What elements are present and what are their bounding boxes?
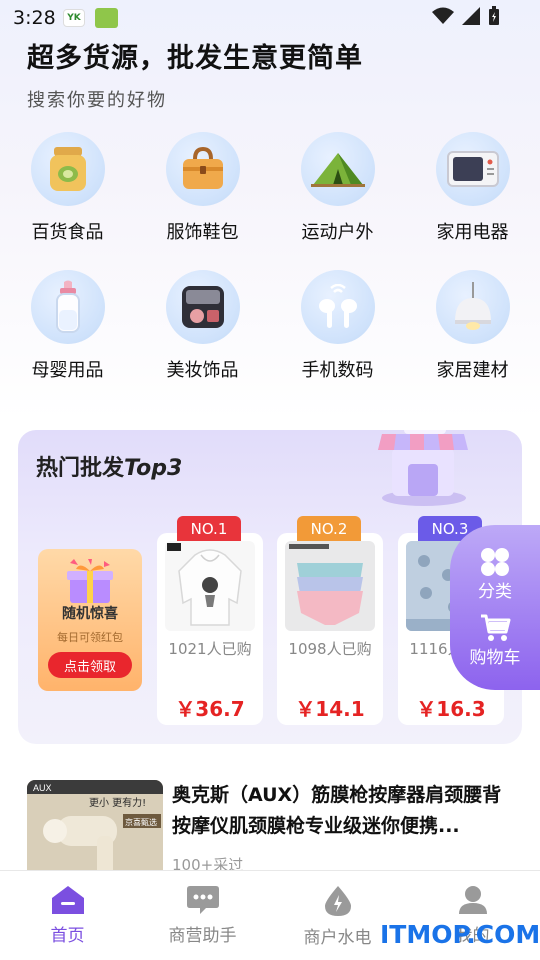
sold-count: 1098人已购 bbox=[288, 640, 372, 658]
category-shortcut-button[interactable]: 分类 bbox=[450, 547, 540, 602]
underwear-image bbox=[289, 544, 363, 625]
gift-box-icon bbox=[67, 559, 113, 603]
product-list-item[interactable]: AUX 更小 更有力! 京喜甄选 奥克斯（AUX）筋膜枪按摩器肩颈腰背按摩仪肌颈… bbox=[27, 780, 517, 880]
category-item-apparel[interactable]: 服饰鞋包 bbox=[135, 132, 270, 244]
floating-action-pill: 分类 购物车 bbox=[450, 525, 540, 690]
water-drop-icon bbox=[324, 886, 351, 916]
rank-badge: NO.1 bbox=[177, 516, 241, 541]
grid-icon bbox=[481, 548, 509, 576]
category-item-food[interactable]: 百货食品 bbox=[0, 132, 135, 244]
claim-button[interactable]: 点击领取 bbox=[48, 652, 132, 678]
wifi-icon bbox=[432, 7, 454, 24]
page-title: 超多货源，批发生意更简单 bbox=[27, 43, 363, 74]
promo-text: 更小 更有力! bbox=[89, 796, 146, 809]
gift-subtitle: 每日可领红包 bbox=[57, 631, 123, 644]
search-prompt[interactable]: 搜索你要的好物 bbox=[27, 86, 167, 112]
cart-label: 购物车 bbox=[469, 648, 521, 668]
price: ￥36.7 bbox=[175, 697, 245, 721]
category-item-digital[interactable]: 手机数码 bbox=[270, 270, 405, 382]
brand-text: AUX bbox=[33, 783, 52, 793]
category-label: 运动户外 bbox=[301, 222, 374, 243]
category-label: 百货食品 bbox=[31, 222, 104, 243]
product-image-hoodie bbox=[165, 541, 255, 631]
snack-jar-icon bbox=[30, 132, 105, 206]
category-item-outdoor[interactable]: 运动户外 bbox=[270, 132, 405, 244]
category-grid: 百货食品 服饰鞋包 运动户外 家用电器 母婴用品 美妆饰品 手机数码 家居建材 bbox=[0, 132, 540, 382]
tent-icon bbox=[300, 132, 375, 206]
category-label: 美妆饰品 bbox=[166, 360, 239, 381]
product-title: 奥克斯（AUX）筋膜枪按摩器肩颈腰背按摩仪肌颈膜枪专业级迷你便携... bbox=[172, 784, 502, 837]
user-icon bbox=[458, 886, 487, 914]
status-time: 3:28 bbox=[13, 7, 56, 29]
tab-home[interactable]: 首页 bbox=[0, 871, 135, 960]
rank-badge: NO.2 bbox=[297, 516, 361, 541]
category-shortcut-label: 分类 bbox=[478, 582, 512, 602]
category-label: 手机数码 bbox=[301, 360, 374, 381]
signal-icon bbox=[462, 7, 480, 25]
top-product-card-1[interactable]: NO.1 1021人已购 ￥36.7 bbox=[157, 516, 263, 725]
earbuds-icon bbox=[300, 270, 375, 344]
chat-bubble-icon bbox=[186, 886, 219, 914]
tab-label: 商营助手 bbox=[168, 926, 237, 946]
hot-title-text: 热门批发 bbox=[36, 456, 125, 481]
status-bar: 3:28 YK bbox=[0, 0, 540, 34]
storefront-illustration bbox=[378, 430, 468, 506]
sold-count: 1021人已购 bbox=[168, 640, 252, 658]
top-product-card-2[interactable]: NO.2 1098人已购 ￥14.1 bbox=[277, 516, 383, 725]
app-notification-icon: YK bbox=[63, 9, 85, 27]
home-icon bbox=[51, 886, 84, 914]
random-surprise-card[interactable]: 随机惊喜 每日可领红包 点击领取 bbox=[38, 549, 142, 691]
massage-gun-image: AUX 更小 更有力! 京喜甄选 bbox=[27, 780, 163, 880]
category-item-beauty[interactable]: 美妆饰品 bbox=[135, 270, 270, 382]
tab-label: 商户水电 bbox=[303, 928, 372, 948]
price: ￥16.3 bbox=[416, 697, 486, 721]
tab-business-assistant[interactable]: 商营助手 bbox=[135, 871, 270, 960]
microwave-icon bbox=[435, 132, 510, 206]
cart-button[interactable]: 购物车 bbox=[450, 613, 540, 668]
tab-label: 首页 bbox=[50, 926, 85, 946]
product-image-underwear bbox=[285, 541, 375, 631]
hot-panel-title: 热门批发Top3 bbox=[36, 450, 182, 482]
pendant-lamp-icon bbox=[435, 270, 510, 344]
app-notification-icon-2 bbox=[95, 8, 118, 28]
handbag-icon bbox=[165, 132, 240, 206]
jingxi-text: 京喜甄选 bbox=[125, 817, 157, 827]
category-item-baby[interactable]: 母婴用品 bbox=[0, 270, 135, 382]
battery-icon bbox=[489, 6, 499, 25]
hot-title-top3: Top3 bbox=[124, 456, 183, 481]
category-item-home[interactable]: 家居建材 bbox=[405, 270, 540, 382]
category-item-appliances[interactable]: 家用电器 bbox=[405, 132, 540, 244]
category-label: 母婴用品 bbox=[31, 360, 104, 381]
category-label: 服饰鞋包 bbox=[166, 222, 239, 243]
hoodie-image bbox=[167, 543, 242, 626]
baby-bottle-icon bbox=[30, 270, 105, 344]
status-indicators bbox=[432, 6, 500, 26]
gift-title: 随机惊喜 bbox=[62, 606, 118, 622]
eyeshadow-icon bbox=[165, 270, 240, 344]
product-image-massage-gun: AUX 更小 更有力! 京喜甄选 bbox=[27, 780, 163, 880]
hot-wholesale-panel: 热门批发Top3 随机惊喜 每日可领红包 点击领取 NO.1 1021人已购 ￥… bbox=[18, 430, 522, 744]
category-label: 家用电器 bbox=[436, 222, 509, 243]
watermark-text: ITMOP.COM bbox=[380, 920, 540, 949]
category-label: 家居建材 bbox=[436, 360, 509, 381]
price: ￥14.1 bbox=[295, 697, 365, 721]
cart-icon bbox=[481, 614, 511, 641]
